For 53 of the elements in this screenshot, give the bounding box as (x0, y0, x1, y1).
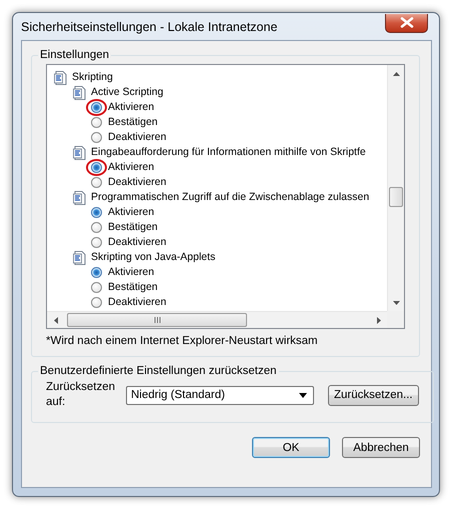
radio-button[interactable] (91, 222, 102, 233)
option-label[interactable]: Bestätigen (108, 115, 158, 130)
setting-label: Active Scripting (91, 85, 164, 100)
setting-label: Eingabeaufforderung für Informationen mithilfe von Skriptfe (91, 145, 366, 160)
footnote: *Wird nach einem Internet Explorer-Neustart wirksam (46, 334, 319, 349)
radio-button[interactable] (91, 282, 102, 293)
scroll-thumb[interactable] (67, 313, 247, 327)
reset-button[interactable]: Zurücksetzen... (328, 384, 419, 406)
radio-button[interactable] (91, 297, 102, 308)
option-label[interactable]: Aktivieren (108, 160, 154, 175)
option-label[interactable]: Deaktivieren (108, 130, 166, 145)
script-document-icon (72, 144, 88, 160)
dropdown-arrow-icon (299, 392, 307, 398)
cancel-button[interactable]: Abbrechen (342, 437, 420, 458)
radio-button[interactable] (91, 177, 102, 188)
script-document-icon (53, 70, 69, 86)
group-title: Benutzerdefinierte Einstellungen zurücksetzen (39, 365, 278, 377)
script-document-icon (72, 250, 88, 266)
close-button[interactable] (385, 14, 428, 32)
vertical-scrollbar[interactable] (387, 65, 404, 311)
option-label[interactable]: Deaktivieren (108, 235, 166, 250)
script-document-icon (72, 190, 88, 206)
down-arrow-icon (393, 300, 400, 304)
right-arrow-icon (376, 317, 380, 324)
close-icon (400, 17, 414, 28)
horizontal-scrollbar[interactable] (47, 311, 387, 328)
option-label[interactable]: Aktivieren (108, 100, 154, 115)
category-label: Skripting (72, 70, 113, 85)
radio-button[interactable] (91, 132, 102, 143)
option-label[interactable]: Aktivieren (108, 205, 154, 220)
option-label[interactable]: Deaktivieren (108, 175, 166, 190)
radio-button[interactable] (91, 162, 102, 173)
group-title: Einstellungen (39, 49, 110, 61)
option-label[interactable]: Aktivieren (108, 265, 154, 280)
option-label[interactable]: Bestätigen (108, 220, 158, 235)
ok-button[interactable]: OK (252, 437, 330, 458)
option-label[interactable]: Deaktivieren (108, 295, 166, 310)
radio-button[interactable] (91, 267, 102, 278)
option-label[interactable]: Bestätigen (108, 280, 158, 295)
radio-button[interactable] (91, 102, 102, 113)
script-document-icon (72, 84, 88, 100)
reset-label: Zurücksetzen auf: (46, 380, 116, 410)
scroll-thumb[interactable] (389, 187, 403, 207)
grip-icon (154, 317, 160, 323)
radio-button[interactable] (91, 117, 102, 128)
radio-button[interactable] (91, 207, 102, 218)
up-arrow-icon (393, 72, 400, 76)
level-dropdown[interactable]: Niedrig (Standard) (126, 386, 314, 404)
setting-label: Skripting von Java-Applets (91, 250, 216, 265)
left-arrow-icon (54, 317, 58, 324)
radio-button[interactable] (91, 237, 102, 248)
setting-label: Programmatischen Zugriff auf die Zwischenablage zulassen (91, 190, 370, 205)
window-title: Sicherheitseinstellungen - Lokale Intranetzone (21, 20, 278, 34)
